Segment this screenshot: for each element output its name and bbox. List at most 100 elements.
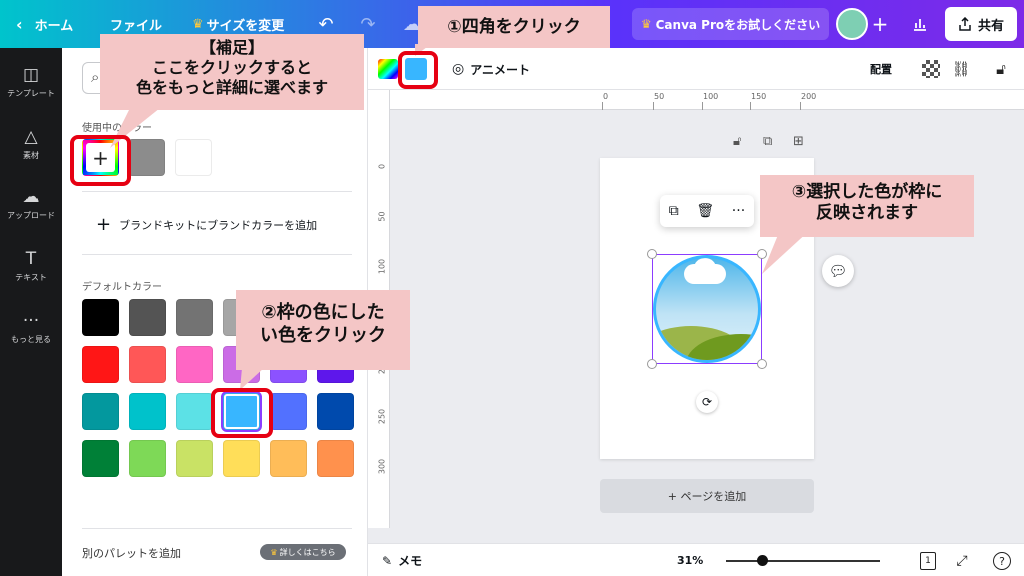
- share-button[interactable]: 共有: [945, 7, 1017, 41]
- note-line: ③選択した色が枠に: [791, 182, 943, 202]
- redo-icon[interactable]: ↷: [356, 12, 380, 36]
- resize-handle[interactable]: [647, 359, 657, 369]
- resize-handle[interactable]: [647, 249, 657, 259]
- text-icon: T: [25, 249, 37, 269]
- side-rail: ◫ テンプレート △ 素材 ☁ アップロード T テキスト ··· もっと見る: [0, 48, 62, 576]
- upload-icon: ☁: [22, 187, 40, 207]
- ruler-line: [702, 102, 703, 110]
- color-swatch[interactable]: [176, 393, 213, 430]
- step1-note: ①四角をクリック: [418, 6, 610, 48]
- ruler-line: [653, 102, 654, 110]
- learn-more-badge[interactable]: ♛ 詳しくはこちら: [260, 544, 346, 560]
- try-canva-pro-button[interactable]: ♛ Canva Proをお試しください: [632, 8, 829, 40]
- help-button[interactable]: ?: [991, 550, 1013, 572]
- animate-button[interactable]: ◎ アニメート: [452, 48, 530, 90]
- duplicate-page-icon[interactable]: ⧉: [763, 134, 772, 152]
- invite-plus-icon[interactable]: +: [866, 8, 894, 40]
- arrange-label: 配置: [870, 63, 892, 76]
- more-options-icon[interactable]: ···: [732, 203, 745, 219]
- rail-item-text[interactable]: T テキスト: [0, 248, 62, 283]
- rotate-icon[interactable]: ⟳: [696, 391, 718, 413]
- color-swatch[interactable]: [129, 393, 166, 430]
- color-swatch[interactable]: [82, 346, 119, 383]
- color-swatch[interactable]: [176, 440, 213, 477]
- ruler-tick: 200: [801, 92, 817, 101]
- trash-icon[interactable]: 🗑︎: [696, 203, 714, 219]
- home-button[interactable]: ‹ ホーム: [16, 0, 73, 48]
- lock-icon[interactable]: 🔓︎: [990, 58, 1012, 80]
- color-swatch[interactable]: [82, 393, 119, 430]
- ruler-tick: 0: [603, 92, 609, 101]
- avatar[interactable]: [836, 8, 868, 40]
- color-swatch[interactable]: [223, 440, 260, 477]
- elements-icon: △: [24, 127, 38, 147]
- ruler-tick: 250: [377, 408, 387, 425]
- color-swatch[interactable]: [129, 346, 166, 383]
- rail-item-uploads[interactable]: ☁ アップロード: [0, 186, 62, 221]
- ruler-line: [800, 102, 801, 110]
- color-swatch[interactable]: [82, 299, 119, 336]
- share-upload-icon: [959, 17, 971, 31]
- color-swatch[interactable]: [129, 299, 166, 336]
- color-swatch[interactable]: [270, 393, 307, 430]
- highlight-blue-swatch: [211, 388, 273, 438]
- fullscreen-icon[interactable]: ⤢: [951, 550, 973, 572]
- add-page-icon[interactable]: ⊞: [793, 134, 804, 152]
- brand-add-label: ブランドキットにブランドカラーを追加: [119, 218, 318, 232]
- arrange-button[interactable]: 配置: [870, 48, 892, 90]
- note-line: ここをクリックすると: [151, 58, 312, 77]
- transparency-icon[interactable]: [920, 58, 942, 80]
- ruler-tick: 50: [377, 211, 387, 222]
- pencil-icon: ✎: [382, 553, 393, 568]
- add-comment-icon[interactable]: 💬︎: [822, 255, 854, 287]
- zoom-percentage[interactable]: 31%: [677, 544, 703, 576]
- file-label: ファイル: [110, 18, 163, 34]
- color-swatch[interactable]: [82, 440, 119, 477]
- element-context-menu: ⧉ 🗑︎ ···: [660, 195, 754, 227]
- notes-label: メモ: [398, 554, 423, 568]
- rail-item-templates[interactable]: ◫ テンプレート: [0, 64, 62, 99]
- color-swatch[interactable]: [270, 440, 307, 477]
- color-swatch[interactable]: [129, 440, 166, 477]
- chevron-left-icon: ‹: [16, 14, 23, 34]
- pro-label: Canva Proをお試しください: [655, 17, 821, 32]
- page-lock-icon[interactable]: 🔓︎: [733, 134, 741, 152]
- add-other-palette-link[interactable]: 別のパレットを追加: [82, 545, 181, 561]
- bottom-bar: ✎ メモ 31% 1 ⤢ ?: [368, 543, 1024, 576]
- duplicate-icon[interactable]: ⧉: [669, 203, 679, 219]
- resize-handle[interactable]: [757, 359, 767, 369]
- divider: [82, 191, 352, 192]
- in-use-swatch[interactable]: [175, 139, 212, 176]
- insights-chart-icon[interactable]: [908, 12, 932, 36]
- zoom-slider-knob[interactable]: [756, 555, 768, 566]
- rail-item-elements[interactable]: △ 素材: [0, 126, 62, 161]
- color-swatch[interactable]: [317, 393, 354, 430]
- ruler-tick: 50: [654, 92, 665, 101]
- note-line: ②枠の色にした: [261, 302, 385, 323]
- rail-item-more[interactable]: ··· もっと見る: [0, 310, 62, 345]
- divider: [82, 254, 352, 255]
- add-brand-color-button[interactable]: + ブランドキットにブランドカラーを追加: [96, 214, 317, 235]
- undo-icon[interactable]: ↶: [314, 12, 338, 36]
- supplement-note: 【補足】 ここをクリックすると 色をもっと詳細に選べます: [100, 34, 364, 110]
- rail-label: テキスト: [15, 273, 47, 282]
- color-swatch[interactable]: [176, 346, 213, 383]
- notes-button[interactable]: ✎ メモ: [382, 544, 422, 576]
- horizontal-ruler: 0 50 100 150 200: [390, 90, 1024, 110]
- ruler-tick: 150: [751, 92, 767, 101]
- ruler-tick: 100: [377, 258, 387, 275]
- learn-more-label: 詳しくはこちら: [279, 547, 336, 557]
- rail-label: 素材: [23, 151, 39, 160]
- ruler-line: [750, 102, 751, 110]
- resize-label: サイズを変更: [206, 18, 285, 34]
- selection-box: [652, 254, 762, 364]
- rail-label: もっと見る: [11, 335, 51, 344]
- ruler-tick: 0: [377, 163, 387, 170]
- color-swatch[interactable]: [176, 299, 213, 336]
- page-count-button[interactable]: 1: [917, 550, 939, 572]
- color-swatch[interactable]: [317, 440, 354, 477]
- link-icon[interactable]: ⛓: [950, 58, 972, 80]
- add-page-button[interactable]: + ページを追加: [600, 479, 814, 513]
- zoom-slider[interactable]: [726, 560, 880, 562]
- rainbow-color-button[interactable]: [378, 59, 398, 79]
